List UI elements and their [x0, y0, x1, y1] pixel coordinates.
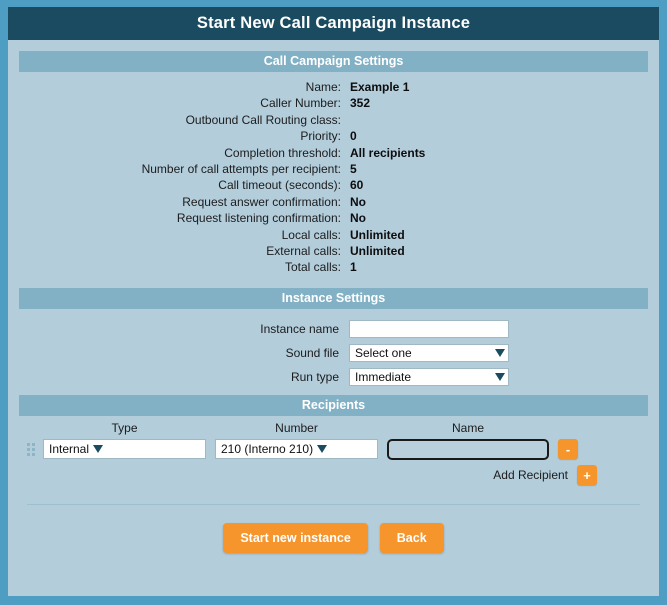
- back-button[interactable]: Back: [379, 522, 444, 553]
- settings-row: Total calls: 1: [19, 260, 648, 276]
- instance-name-label: Instance name: [260, 322, 339, 337]
- settings-row: Number of call attempts per recipient: 5: [19, 162, 648, 178]
- recipients-area: Type Number Name Internal 210 (Interno 2…: [19, 416, 648, 486]
- remove-recipient-button[interactable]: -: [558, 439, 578, 460]
- settings-value: No: [350, 194, 366, 209]
- settings-label: Request listening confirmation:: [176, 211, 341, 226]
- window-body: Call Campaign Settings Name: Example 1 C…: [8, 40, 659, 596]
- settings-label: Outbound Call Routing class:: [185, 112, 341, 127]
- run-type-selected-value: Immediate: [355, 370, 412, 385]
- run-type-label: Run type: [290, 370, 339, 385]
- recipient-row: Internal 210 (Interno 210) -: [19, 438, 648, 461]
- settings-row: Request listening confirmation: No: [19, 211, 648, 227]
- chevron-down-icon: [495, 349, 505, 358]
- sound-file-label: Sound file: [285, 346, 339, 361]
- settings-value: 5: [350, 161, 357, 176]
- settings-label: Name:: [305, 80, 341, 94]
- instance-settings-form: Instance name Sound file Select one Run …: [19, 309, 648, 389]
- section-header-call-campaign-settings: Call Campaign Settings: [19, 51, 648, 72]
- settings-value: 60: [350, 178, 364, 193]
- recipient-type-value: Internal: [49, 442, 90, 457]
- settings-value: Unlimited: [350, 227, 405, 242]
- settings-label: Call timeout (seconds):: [218, 178, 341, 193]
- recipient-number-select[interactable]: 210 (Interno 210): [215, 439, 378, 460]
- add-recipient-row: Add Recipient +: [19, 465, 648, 486]
- column-header-type: Type: [111, 420, 138, 435]
- settings-value: All recipients: [350, 145, 426, 160]
- column-header-name: Name: [451, 420, 484, 435]
- settings-label: Priority:: [300, 129, 341, 144]
- add-recipient-button[interactable]: +: [577, 465, 597, 486]
- chevron-down-icon: [495, 373, 505, 382]
- footer-actions: Start new instance Back: [19, 522, 648, 553]
- footer-divider: [27, 503, 640, 505]
- settings-value: Unlimited: [350, 243, 405, 258]
- section-title: Call Campaign Settings: [263, 54, 404, 68]
- settings-value: 1: [350, 260, 357, 275]
- column-header-number: Number: [275, 420, 318, 435]
- recipient-name-input[interactable]: [387, 438, 549, 460]
- start-new-instance-button[interactable]: Start new instance: [223, 522, 368, 553]
- drag-handle-icon[interactable]: [19, 442, 43, 456]
- add-recipient-label: Add Recipient: [493, 468, 568, 483]
- settings-row: Request answer confirmation: No: [19, 195, 648, 211]
- settings-label: Total calls:: [284, 260, 341, 275]
- settings-row: Name: Example 1: [19, 80, 648, 96]
- campaign-settings-list: Name: Example 1 Caller Number: 352 Outbo…: [19, 72, 648, 277]
- settings-label: Number of call attempts per recipient:: [141, 161, 341, 176]
- window-title-bar: Start New Call Campaign Instance: [8, 7, 659, 40]
- form-row-sound-file: Sound file Select one: [19, 342, 648, 365]
- settings-row: External calls: Unlimited: [19, 244, 648, 260]
- section-title: Instance Settings: [281, 290, 386, 305]
- form-row-run-type: Run type Immediate: [19, 366, 648, 389]
- section-header-recipients: Recipients: [19, 394, 648, 416]
- section-header-instance-settings: Instance Settings: [19, 287, 648, 309]
- settings-row: Completion threshold: All recipients: [19, 146, 648, 162]
- settings-label: Caller Number:: [260, 96, 341, 111]
- settings-row: Outbound Call Routing class:: [19, 113, 648, 129]
- recipients-column-headers: Type Number Name: [19, 420, 648, 436]
- recipient-type-select[interactable]: Internal: [43, 439, 206, 460]
- chevron-down-icon: [93, 445, 104, 454]
- settings-row: Call timeout (seconds): 60: [19, 178, 648, 194]
- settings-value: 0: [350, 129, 357, 144]
- settings-row: Priority: 0: [19, 129, 648, 145]
- campaign-instance-window: Start New Call Campaign Instance Call Ca…: [8, 7, 659, 596]
- instance-name-input[interactable]: [349, 320, 509, 339]
- settings-label: External calls:: [266, 243, 341, 258]
- chevron-down-icon: [317, 445, 328, 454]
- settings-value: Example 1: [350, 80, 410, 94]
- settings-value: 352: [350, 96, 371, 111]
- section-title: Recipients: [301, 397, 366, 412]
- settings-label: Local calls:: [281, 227, 341, 242]
- settings-value: No: [350, 211, 366, 226]
- recipient-number-value: 210 (Interno 210): [221, 442, 314, 457]
- sound-file-select[interactable]: Select one: [349, 344, 509, 363]
- page-title: Start New Call Campaign Instance: [196, 14, 471, 32]
- settings-label: Completion threshold:: [224, 145, 341, 160]
- settings-row: Caller Number: 352: [19, 96, 648, 112]
- sound-file-selected-value: Select one: [355, 346, 412, 361]
- run-type-select[interactable]: Immediate: [349, 368, 509, 387]
- form-row-instance-name: Instance name: [19, 318, 648, 341]
- settings-row: Local calls: Unlimited: [19, 228, 648, 244]
- settings-label: Request answer confirmation:: [182, 194, 341, 209]
